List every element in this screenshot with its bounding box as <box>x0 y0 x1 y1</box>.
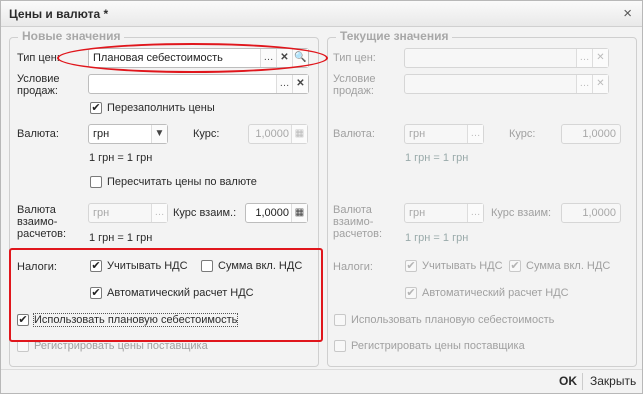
r-currency-value: грн <box>409 128 426 140</box>
settle-rate-label: Курс взаим.: <box>173 207 237 219</box>
r-rate-field[interactable]: 1,0000 <box>561 124 621 144</box>
rate-value: 1,0000 <box>255 128 289 140</box>
r-taxes-label: Налоги: <box>333 261 373 273</box>
auto-vat-label: Автоматический расчет НДС <box>107 287 254 299</box>
settle-rate-value: 1,0000 <box>255 207 289 219</box>
r-price-type-label: Тип цен: <box>333 52 376 64</box>
r-currency-field[interactable]: грн … <box>404 124 484 144</box>
planned-cost-label: Использовать плановую себестоимость <box>32 313 239 327</box>
checkbox-empty-icon <box>334 340 346 352</box>
sale-condition-label: Условие продаж: <box>17 73 60 97</box>
r-settle-rate-field[interactable]: 1,0000 <box>561 203 621 223</box>
recalc-prices-label: Пересчитать цены по валюте <box>107 176 257 188</box>
r-settle-rate-text: 1 грн = 1 грн <box>405 232 469 244</box>
r-sale-condition-label: Условие продаж: <box>333 73 376 97</box>
checkmark-icon: ✔ <box>17 314 29 326</box>
select-ellipsis-icon[interactable]: … <box>576 49 592 67</box>
checkbox-empty-icon <box>17 340 29 352</box>
checkbox-empty-icon <box>90 176 102 188</box>
search-icon[interactable]: 🔍 <box>292 49 308 67</box>
dropdown-arrow-icon[interactable]: ▼ <box>151 125 167 143</box>
select-ellipsis-icon[interactable]: … <box>576 75 592 93</box>
taxes-label: Налоги: <box>17 261 57 273</box>
dialog-window: Цены и валюта * × Новые значения Тип цен… <box>0 0 643 394</box>
checkmark-icon: ✔ <box>509 260 521 272</box>
select-ellipsis-icon[interactable]: … <box>260 49 276 67</box>
settle-rate-field[interactable]: 1,0000 ▦ <box>245 203 308 223</box>
checkmark-icon: ✔ <box>90 260 102 272</box>
r-settle-currency-value: грн <box>409 207 426 219</box>
current-values-title: Текущие значения <box>336 29 453 43</box>
checkmark-icon: ✔ <box>90 287 102 299</box>
select-ellipsis-icon[interactable]: … <box>276 75 292 93</box>
calculator-icon[interactable]: ▦ <box>291 204 307 222</box>
select-ellipsis-icon[interactable]: … <box>151 204 167 222</box>
r-settle-rate-value: 1,0000 <box>582 207 616 219</box>
r-rate-value: 1,0000 <box>582 128 616 140</box>
settle-currency-label: Валюта взаимо-расчетов: <box>17 204 67 240</box>
r-settle-currency-field[interactable]: грн … <box>404 203 484 223</box>
settle-currency-value: грн <box>93 207 110 219</box>
price-type-field[interactable]: Плановая себестоимость … ✕ 🔍 <box>88 48 309 68</box>
sale-condition-field[interactable]: … ✕ <box>88 74 309 94</box>
close-button[interactable]: Закрыть <box>590 374 636 388</box>
r-vat-label: Учитывать НДС <box>422 260 503 272</box>
currency-value: грн <box>93 128 110 140</box>
settle-currency-field[interactable]: грн … <box>88 203 168 223</box>
checkbox-empty-icon <box>334 314 346 326</box>
register-supplier-label: Регистрировать цены поставщика <box>34 340 208 352</box>
r-auto-vat-label: Автоматический расчет НДС <box>422 287 569 299</box>
footer-bar: OK Закрыть <box>1 369 642 393</box>
r-currency-label: Валюта: <box>333 128 375 140</box>
r-vat-included-label: Сумма вкл. НДС <box>526 260 611 272</box>
rate-field[interactable]: 1,0000 ▦ <box>248 124 308 144</box>
price-type-label: Тип цен: <box>17 52 60 64</box>
calculator-icon[interactable]: ▦ <box>291 125 307 143</box>
price-type-value: Плановая себестоимость <box>93 52 223 64</box>
clear-x-icon[interactable]: ✕ <box>592 49 608 67</box>
checkmark-icon: ✔ <box>405 260 417 272</box>
settle-rate-text: 1 грн = 1 грн <box>89 232 153 244</box>
checkmark-icon: ✔ <box>405 287 417 299</box>
currency-label: Валюта: <box>17 128 59 140</box>
r-settle-currency-label: Валюта взаимо-расчетов: <box>333 204 383 240</box>
select-ellipsis-icon[interactable]: … <box>467 125 483 143</box>
title-bar: Цены и валюта * × <box>1 1 642 27</box>
r-rate-label: Курс: <box>509 128 536 140</box>
r-sale-condition-field[interactable]: … ✕ <box>404 74 609 94</box>
currency-select[interactable]: грн ▼ <box>88 124 168 144</box>
r-register-supplier-label: Регистрировать цены поставщика <box>351 340 525 352</box>
select-ellipsis-icon[interactable]: … <box>467 204 483 222</box>
new-values-title: Новые значения <box>18 29 125 43</box>
rate-text: 1 грн = 1 грн <box>89 152 153 164</box>
ok-button[interactable]: OK <box>559 374 577 388</box>
r-planned-cost-label: Использовать плановую себестоимость <box>351 314 555 326</box>
vat-label: Учитывать НДС <box>107 260 188 272</box>
rate-label: Курс: <box>193 128 220 140</box>
checkbox-empty-icon <box>201 260 213 272</box>
r-price-type-field[interactable]: … ✕ <box>404 48 609 68</box>
r-settle-rate-label: Курс взаим: <box>491 207 552 219</box>
vat-included-label: Сумма вкл. НДС <box>218 260 303 272</box>
clear-x-icon[interactable]: ✕ <box>292 75 308 93</box>
window-title: Цены и валюта * <box>9 7 109 21</box>
checkmark-icon: ✔ <box>90 102 102 114</box>
clear-x-icon[interactable]: ✕ <box>276 49 292 67</box>
clear-x-icon[interactable]: ✕ <box>592 75 608 93</box>
refill-prices-label: Перезаполнить цены <box>107 102 215 114</box>
footer-separator <box>582 373 583 390</box>
close-icon[interactable]: × <box>623 5 632 22</box>
r-rate-text: 1 грн = 1 грн <box>405 152 469 164</box>
